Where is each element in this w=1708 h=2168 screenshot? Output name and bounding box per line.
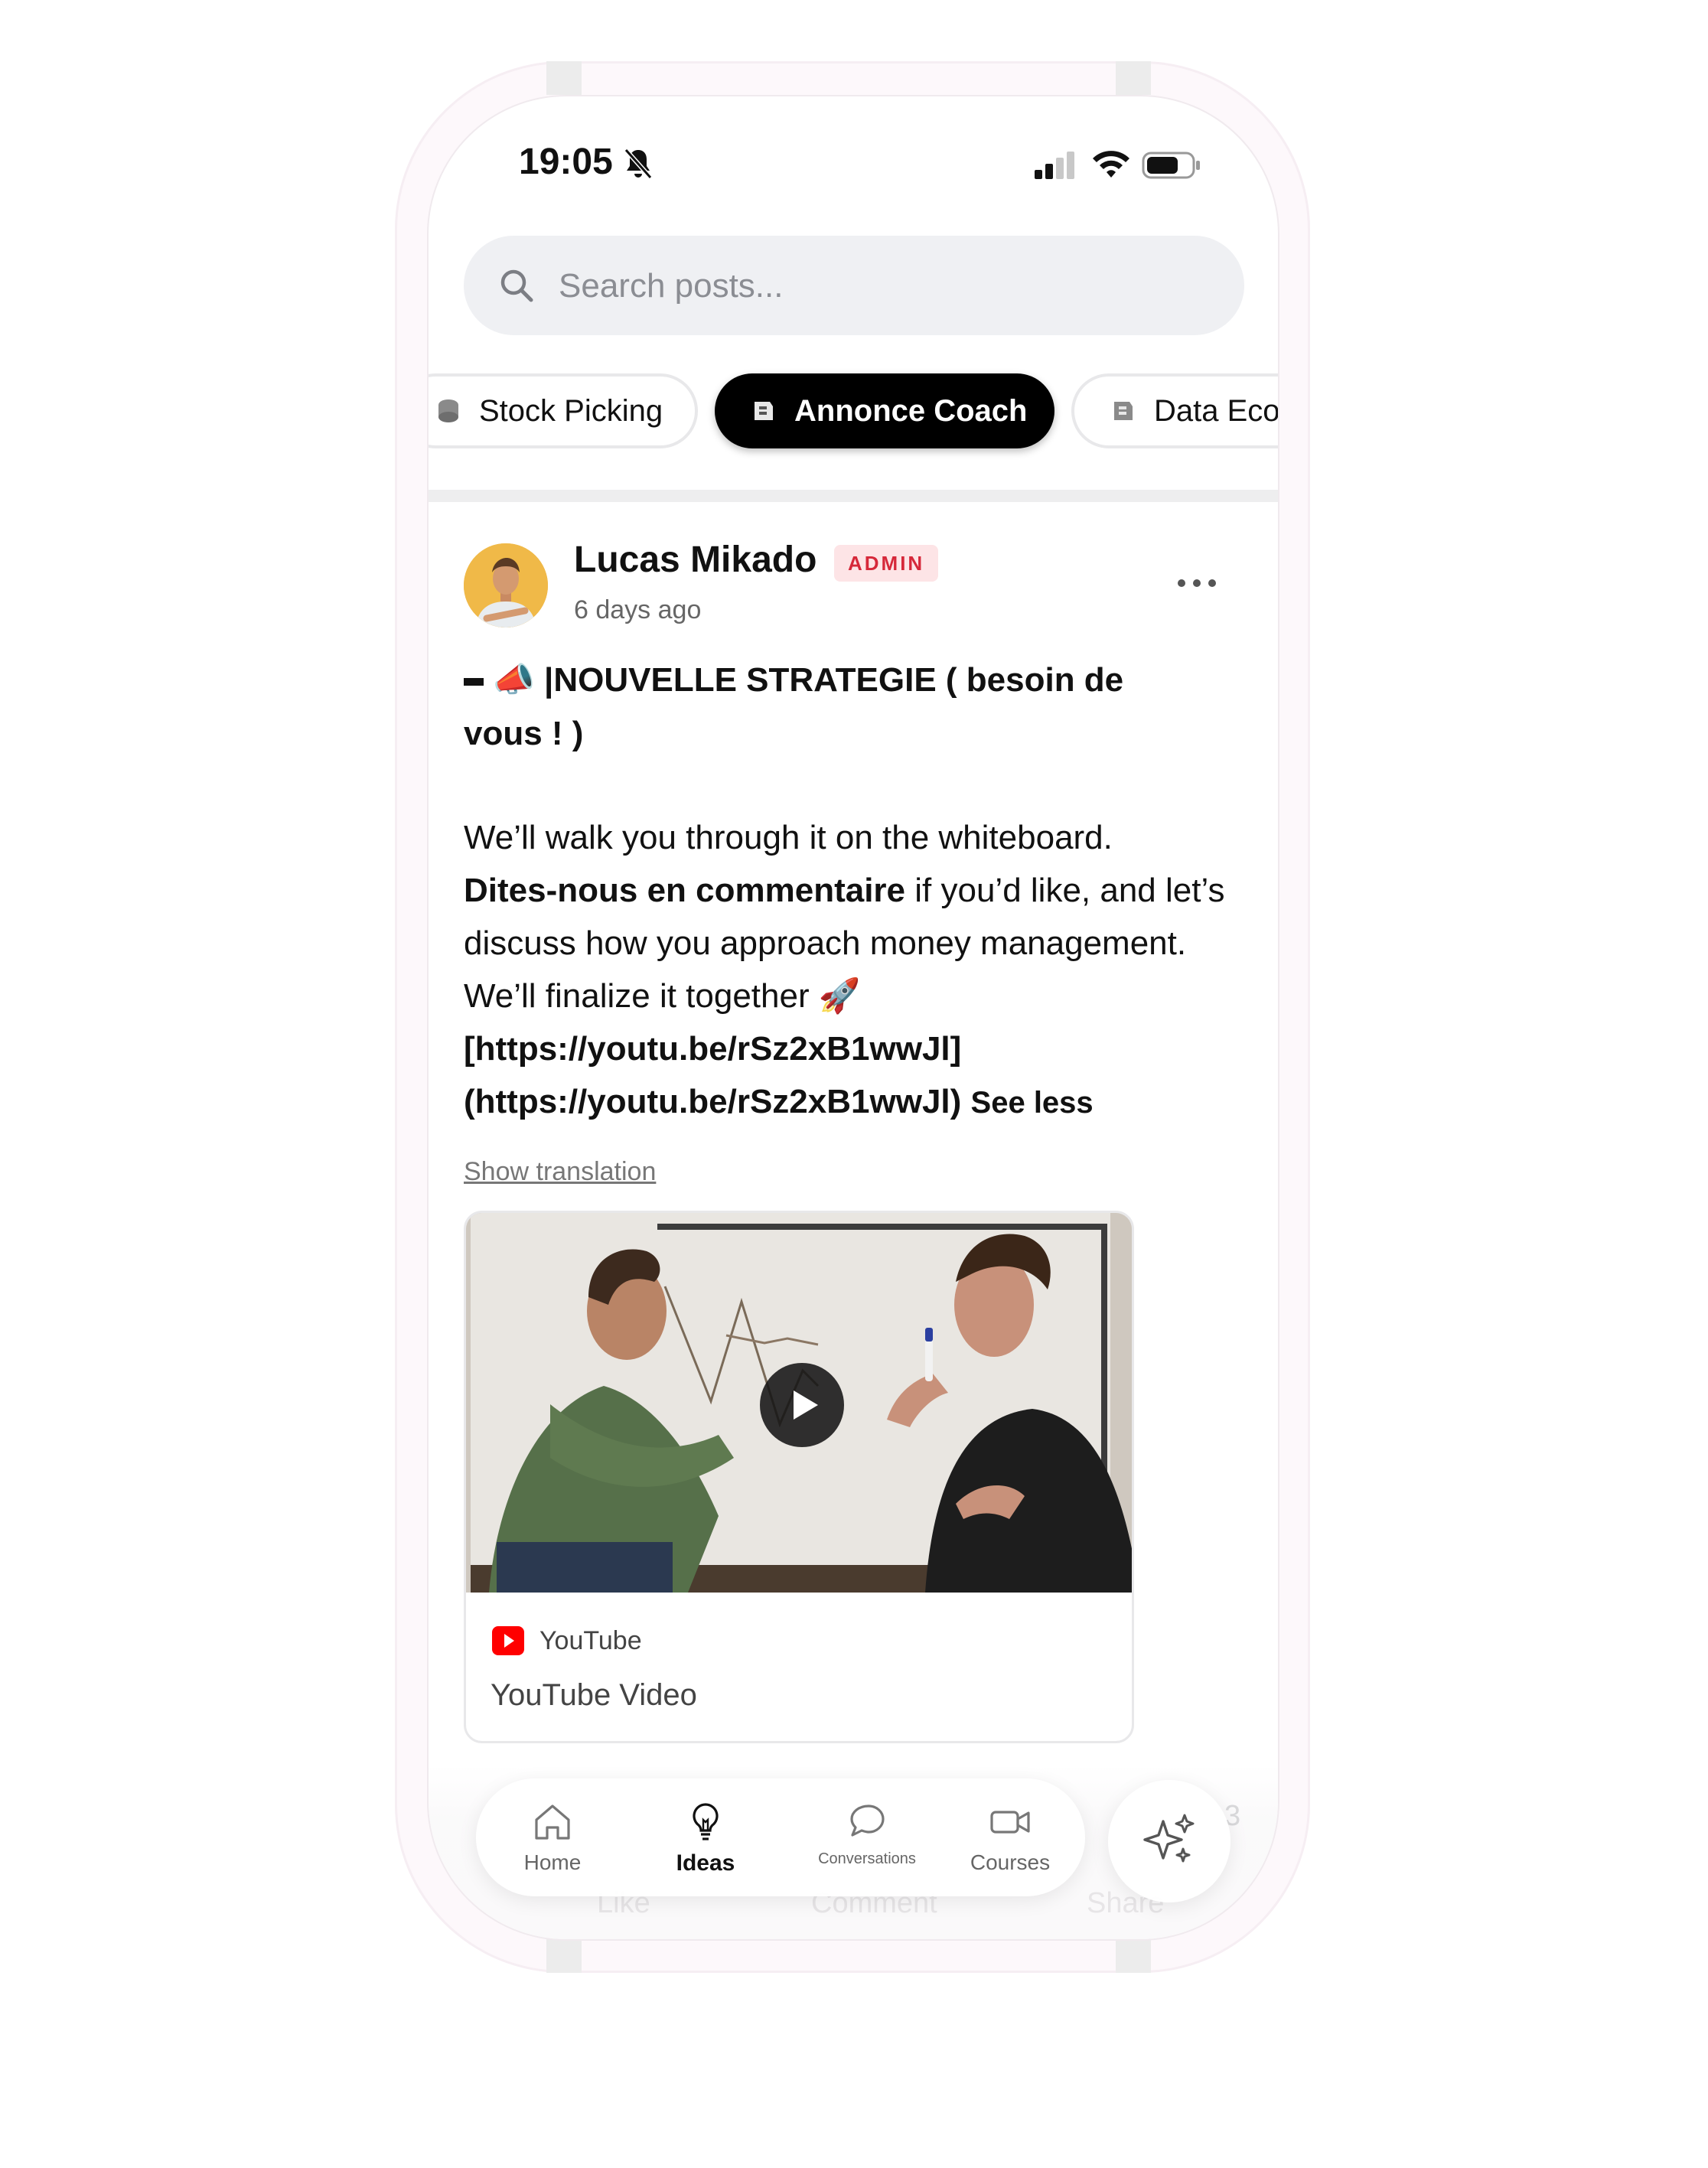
tab-courses[interactable]: Courses — [941, 1786, 1079, 1889]
author-avatar[interactable] — [464, 543, 548, 628]
app-screen: 19:05 Stock Picking — [429, 96, 1278, 1939]
chat-bubble-icon — [850, 1804, 885, 1837]
play-button[interactable] — [760, 1363, 844, 1447]
post-timestamp: 6 days ago — [574, 595, 702, 624]
frame-notch — [1116, 1939, 1151, 1973]
body-bold-text: Dites-nous en commentaire — [464, 872, 906, 909]
wifi-icon — [1093, 151, 1129, 178]
dash-glyph — [464, 678, 484, 686]
frame-notch — [1116, 61, 1151, 95]
category-chip-annonce-coach[interactable]: Annonce Coach — [715, 373, 1054, 448]
tab-ideas[interactable]: Ideas — [637, 1786, 774, 1889]
admin-badge: ADMIN — [834, 545, 939, 582]
megaphone-badge-icon — [1114, 402, 1133, 420]
youtube-logo-icon — [492, 1626, 524, 1655]
see-less-link[interactable]: See less — [971, 1086, 1094, 1120]
show-translation-link[interactable]: Show translation — [464, 1157, 656, 1187]
search-bar[interactable] — [464, 236, 1244, 335]
chip-label: Stock Picking — [479, 393, 663, 428]
category-chip-stock-picking[interactable]: Stock Picking — [429, 373, 698, 448]
coins-icon — [438, 399, 458, 422]
megaphone-badge-icon — [755, 402, 773, 420]
status-time: 19:05 — [519, 142, 613, 182]
tab-label: Home — [523, 1850, 582, 1874]
battery-icon — [1142, 152, 1200, 179]
author-name[interactable]: Lucas Mikado — [574, 539, 817, 581]
video-embed-card[interactable]: YouTube YouTube Video — [464, 1211, 1134, 1743]
rocket-emoji: 🚀 — [818, 977, 861, 1015]
video-source: YouTube — [539, 1625, 642, 1655]
bottom-tab-bar: Home Ideas Conversations Courses — [476, 1778, 1085, 1896]
tab-label: Ideas — [676, 1850, 735, 1876]
tab-conversations[interactable]: Conversations — [788, 1786, 946, 1889]
search-input[interactable] — [557, 259, 1218, 314]
video-camera-icon — [990, 1811, 1030, 1834]
post-title-text: |NOUVELLE STRATEGIE ( besoin de vous ! ) — [464, 661, 1124, 752]
section-divider — [429, 490, 1278, 502]
youtube-link[interactable]: [https://youtu.be/rSz2xB1wwJl](https://y… — [464, 1030, 961, 1120]
post-title: 📣 |NOUVELLE STRATEGIE ( besoin de vous !… — [464, 654, 1168, 761]
bell-muted-icon — [624, 148, 653, 179]
tab-home[interactable]: Home — [484, 1786, 621, 1889]
category-chip-data-eco[interactable]: Data Eco — [1071, 373, 1278, 448]
sparkles-icon — [1143, 1814, 1195, 1863]
frame-notch — [546, 61, 582, 95]
lightbulb-icon — [693, 1803, 719, 1840]
play-icon — [794, 1390, 818, 1420]
avatar-photo — [464, 543, 548, 628]
tab-label: Courses — [970, 1850, 1051, 1874]
video-title: YouTube Video — [491, 1678, 697, 1712]
post-body: We’ll walk you through it on the whitebo… — [464, 811, 1252, 1130]
body-text: We’ll walk you through it on the whitebo… — [464, 819, 1113, 856]
ai-assistant-button[interactable] — [1108, 1780, 1230, 1902]
megaphone-emoji: 📣 — [493, 661, 535, 699]
search-icon — [500, 269, 533, 302]
tab-label: Conversations — [818, 1850, 916, 1867]
cellular-signal-icon — [1035, 152, 1074, 179]
home-icon — [535, 1804, 570, 1840]
more-options-icon[interactable] — [1175, 575, 1218, 591]
video-source-row: YouTube — [491, 1623, 642, 1658]
chip-label: Annonce Coach — [794, 393, 1028, 428]
video-thumbnail[interactable] — [466, 1213, 1132, 1593]
frame-notch — [546, 1939, 582, 1973]
chip-label: Data Eco — [1154, 393, 1278, 428]
